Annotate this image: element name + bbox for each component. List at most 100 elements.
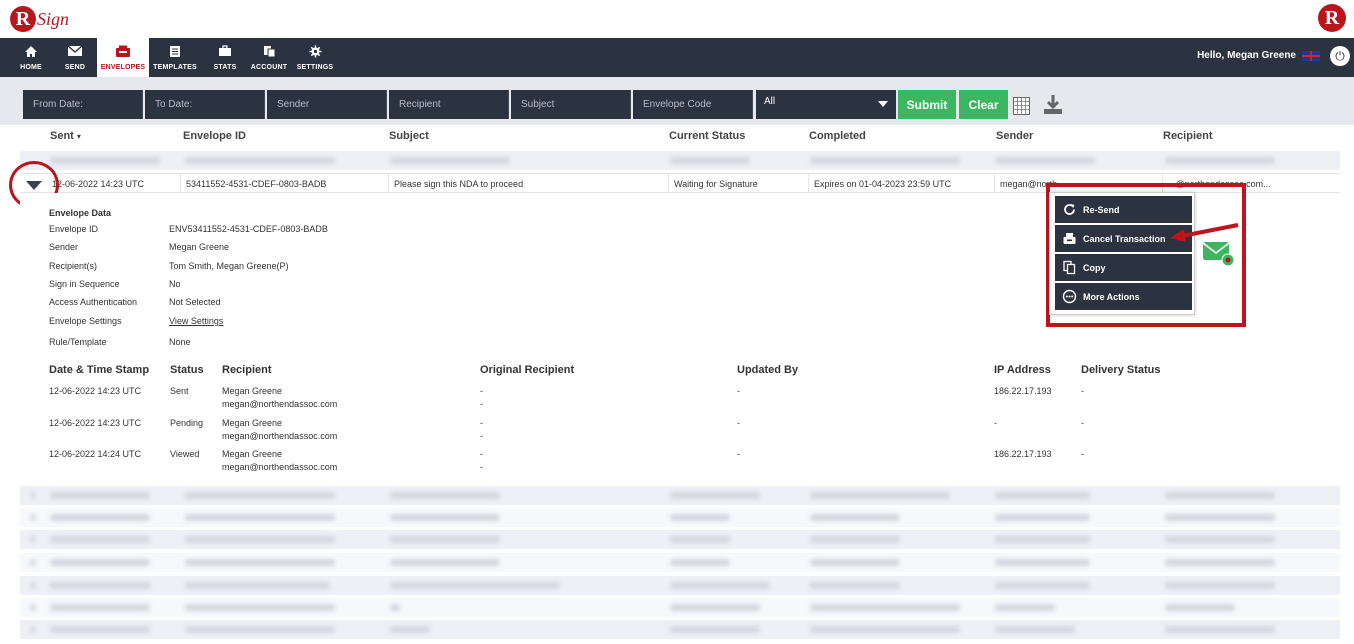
history-original: -: [480, 418, 483, 428]
history-recipient-name: Megan Greene: [222, 386, 283, 396]
history-ip: -: [994, 418, 997, 428]
history-delivery: -: [1081, 386, 1084, 396]
col-sent[interactable]: Sent ▾: [50, 130, 81, 142]
download-icon[interactable]: [1042, 94, 1064, 116]
menu-label: Re-Send: [1083, 204, 1120, 215]
nav-settings[interactable]: SETTINGS: [296, 38, 334, 77]
history-time: 12-06-2022 14:23 UTC: [49, 386, 142, 396]
history-updated-by: -: [737, 386, 740, 396]
refresh-icon: [1064, 204, 1075, 215]
history-original: -: [480, 399, 483, 409]
table-header: Sent ▾ Envelope ID Subject Current Statu…: [0, 125, 1354, 149]
cell-completed: Expires on 01-04-2023 23:59 UTC: [808, 174, 994, 194]
nav-label: TEMPLATES: [153, 63, 197, 71]
field-value: No: [169, 279, 181, 289]
history-recipient-email: megan@northendassoc.com: [222, 462, 338, 472]
menu-label: Cancel Transaction: [1083, 233, 1166, 244]
tray-icon: [1063, 233, 1076, 244]
nav-send[interactable]: SEND: [56, 38, 94, 77]
rsign-logo[interactable]: R Sign: [10, 4, 69, 34]
nav-stats[interactable]: STATS: [208, 38, 242, 77]
table-row[interactable]: [20, 598, 1340, 617]
inbox-icon: [115, 45, 131, 61]
col-envelope-id[interactable]: Envelope ID: [183, 130, 246, 142]
user-greeting[interactable]: Hello, Megan Greene: [1197, 50, 1320, 61]
table-row[interactable]: [20, 508, 1340, 527]
history-delivery: -: [1081, 418, 1084, 428]
nav-label: ENVELOPES: [100, 63, 146, 71]
field-label: Envelope Settings: [49, 316, 122, 326]
table-row[interactable]: [20, 151, 1340, 170]
field-label: Access Authentication: [49, 297, 138, 307]
sort-down-icon: ▾: [76, 132, 81, 141]
copy-menu-item[interactable]: Copy: [1055, 254, 1192, 281]
menu-label: More Actions: [1083, 291, 1140, 302]
more-actions-menu-item[interactable]: More Actions: [1055, 283, 1192, 310]
field-value: None: [169, 337, 191, 347]
briefcase-icon: [218, 44, 232, 61]
resend-menu-item[interactable]: Re-Send: [1055, 196, 1192, 223]
history-time: 12-06-2022 14:24 UTC: [49, 449, 142, 459]
logo-r: R: [10, 6, 36, 32]
submit-button[interactable]: Submit: [898, 90, 956, 119]
nav-home[interactable]: HOME: [12, 38, 50, 77]
view-settings-link[interactable]: View Settings: [169, 316, 223, 326]
nav-account[interactable]: ACCOUNT: [248, 38, 290, 77]
document-icon: [169, 45, 181, 61]
history-delivery: -: [1081, 449, 1084, 459]
field-value: Not Selected: [169, 297, 221, 307]
cell-status: Waiting for Signature: [668, 174, 808, 194]
table-row[interactable]: [20, 530, 1340, 549]
history-time: 12-06-2022 14:23 UTC: [49, 418, 142, 428]
field-label: Recipient(s): [49, 261, 98, 271]
history-col: Status: [170, 364, 204, 376]
uk-flag-icon[interactable]: [1302, 50, 1320, 61]
col-label: Sent: [50, 130, 74, 142]
history-updated-by: -: [737, 418, 740, 428]
power-icon[interactable]: ⏻: [1330, 46, 1350, 66]
history-recipient-email: megan@northendassoc.com: [222, 431, 338, 441]
to-date-input[interactable]: To Date:: [145, 90, 265, 119]
history-recipient-name: Megan Greene: [222, 418, 283, 428]
status-select[interactable]: All: [756, 90, 896, 119]
subject-input[interactable]: Subject: [511, 90, 631, 119]
history-original: -: [480, 462, 483, 472]
table-row[interactable]: [20, 620, 1340, 639]
nav-label: ACCOUNT: [250, 63, 288, 71]
calendar-icon[interactable]: [1013, 97, 1030, 115]
nav-label: SETTINGS: [296, 63, 334, 71]
history-recipient-email: megan@northendassoc.com: [222, 399, 338, 409]
table-row[interactable]: [20, 553, 1340, 572]
history-recipient-name: Megan Greene: [222, 449, 283, 459]
from-date-input[interactable]: From Date:: [23, 90, 143, 119]
logo-word: Sign: [37, 8, 70, 29]
history-original: -: [480, 449, 483, 459]
envelope-icon: [67, 44, 83, 61]
history-updated-by: -: [737, 449, 740, 459]
field-label: Sign in Sequence: [49, 279, 120, 289]
clear-button[interactable]: Clear: [959, 90, 1008, 119]
nav-templates[interactable]: TEMPLATES: [152, 38, 198, 77]
field-value: Tom Smith, Megan Greene(P): [169, 261, 289, 271]
nav-label: SEND: [64, 63, 86, 71]
history-status: Pending: [170, 418, 204, 428]
history-ip: 186.22.17.193: [994, 386, 1052, 396]
recipient-input[interactable]: Recipient: [389, 90, 509, 119]
field-value: ENV53411552-4531-CDEF-0803-BADB: [169, 224, 328, 234]
table-row[interactable]: [20, 576, 1340, 595]
col-recipient[interactable]: Recipient: [1163, 130, 1213, 142]
nav-envelopes[interactable]: ENVELOPES: [97, 38, 149, 77]
field-label: Envelope ID: [49, 224, 99, 234]
col-sender[interactable]: Sender: [996, 130, 1033, 142]
table-row[interactable]: [20, 486, 1340, 505]
history-col: Original Recipient: [480, 364, 575, 376]
col-completed[interactable]: Completed: [809, 130, 866, 142]
sender-input[interactable]: Sender: [267, 90, 387, 119]
rpost-logo: R: [1318, 4, 1346, 32]
history-original: -: [480, 431, 483, 441]
envelope-settings-icon[interactable]: [1202, 240, 1236, 268]
col-current-status[interactable]: Current Status: [669, 130, 745, 142]
envelope-data-title: Envelope Data: [49, 208, 112, 218]
envelope-code-input[interactable]: Envelope Code: [633, 90, 753, 119]
col-subject[interactable]: Subject: [389, 130, 429, 142]
